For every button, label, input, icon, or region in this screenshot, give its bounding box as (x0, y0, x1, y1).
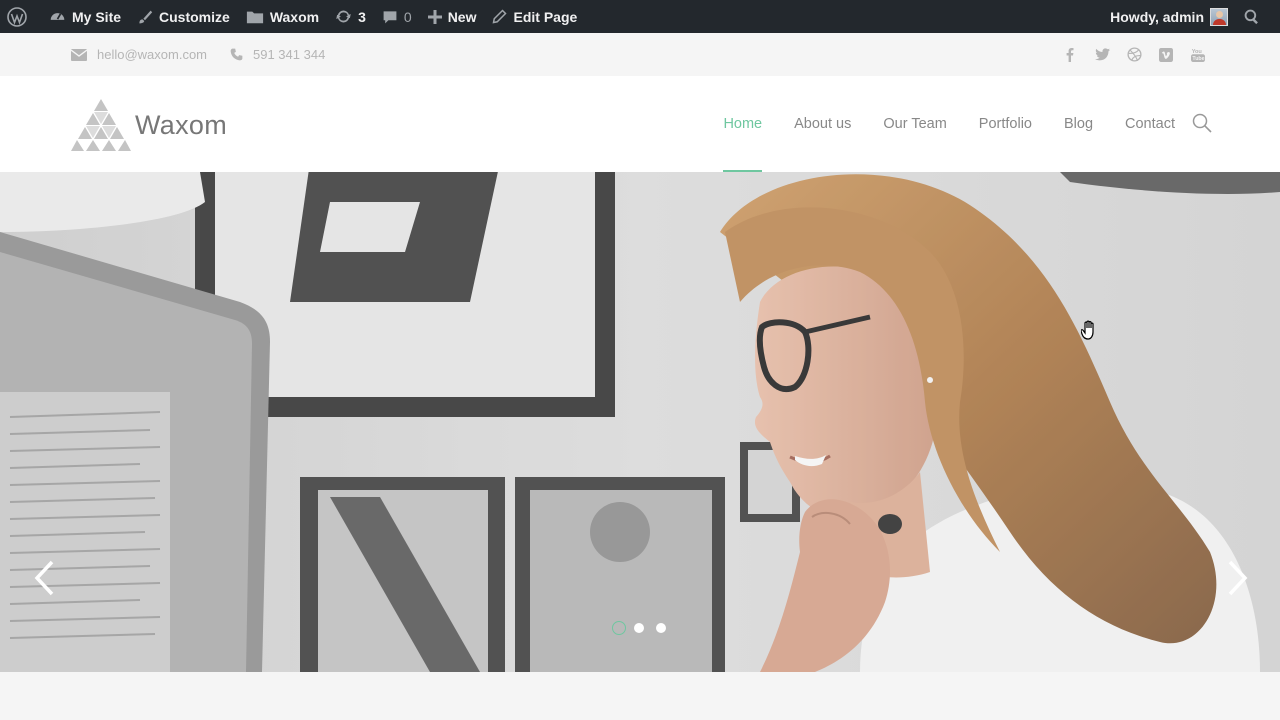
avatar (1210, 7, 1228, 26)
svg-text:You: You (1192, 48, 1203, 54)
vimeo-icon (1159, 47, 1173, 62)
customize-button[interactable]: Customize (129, 0, 238, 33)
nav-our-team[interactable]: Our Team (883, 76, 946, 172)
phone-contact[interactable]: 591 341 344 (230, 33, 325, 76)
comments-count: 0 (403, 8, 412, 25)
youtube-link[interactable]: You Tube (1182, 47, 1214, 63)
slider-next-arrow[interactable] (1226, 560, 1250, 596)
site-name-label: Waxom (269, 8, 320, 25)
site-name-menu[interactable]: Waxom (238, 0, 327, 33)
nav-portfolio[interactable]: Portfolio (979, 76, 1032, 172)
twitter-icon (1094, 48, 1110, 61)
updates-button[interactable]: 3 (327, 0, 374, 33)
edit-page-label: Edit Page (513, 8, 578, 25)
new-label: New (447, 8, 477, 25)
dashboard-icon (50, 13, 65, 20)
nav-contact[interactable]: Contact (1125, 76, 1175, 172)
comments-button[interactable]: 0 (374, 0, 420, 33)
slider-prev-arrow[interactable] (32, 560, 56, 596)
my-site-label: My Site (72, 8, 122, 25)
hero-slider[interactable] (0, 172, 1280, 672)
chevron-right-icon (1228, 560, 1248, 596)
slider-dot-1[interactable] (612, 621, 626, 635)
youtube-icon: You Tube (1191, 48, 1205, 62)
wp-admin-bar: My Site Customize Waxom 3 0 New Edit Pag… (0, 0, 1280, 33)
nav-about-us[interactable]: About us (794, 76, 851, 172)
logo-triangle-icon (71, 99, 131, 151)
site-header: Waxom Home About us Our Team Portfolio B… (0, 76, 1280, 172)
dribbble-link[interactable] (1118, 47, 1150, 62)
nav-home[interactable]: Home (723, 76, 762, 172)
facebook-link[interactable] (1054, 47, 1086, 62)
content-area (0, 672, 1280, 720)
site-logo[interactable]: Waxom (71, 98, 227, 152)
howdy-label: Howdy, admin (1110, 8, 1204, 25)
main-navigation: Home About us Our Team Portfolio Blog Co… (691, 76, 1175, 172)
search-icon (1192, 113, 1212, 133)
phone-text: 591 341 344 (253, 47, 326, 62)
twitter-link[interactable] (1086, 48, 1118, 61)
admin-search-button[interactable] (1236, 0, 1280, 33)
folder-icon (246, 11, 263, 23)
plus-icon (427, 9, 442, 24)
search-icon (1244, 9, 1258, 24)
wordpress-logo-button[interactable] (0, 0, 41, 33)
brush-icon (139, 10, 153, 23)
customize-label: Customize (159, 8, 230, 25)
social-links: You Tube (1054, 33, 1214, 76)
phone-icon (230, 48, 243, 61)
my-site-menu[interactable]: My Site (41, 0, 129, 33)
hand-cursor-icon (1080, 320, 1099, 345)
slide-image (0, 172, 1280, 672)
vimeo-link[interactable] (1150, 47, 1182, 62)
header-search-button[interactable] (1192, 113, 1212, 138)
slider-dot-3[interactable] (656, 623, 666, 633)
email-contact[interactable]: hello@waxom.com (71, 33, 207, 76)
envelope-icon (71, 48, 87, 61)
my-account-menu[interactable]: Howdy, admin (1102, 0, 1236, 33)
slider-pagination (612, 621, 678, 635)
new-content-button[interactable]: New (420, 0, 485, 33)
email-text: hello@waxom.com (97, 47, 208, 62)
updates-count: 3 (358, 8, 366, 25)
slider-dot-2[interactable] (634, 623, 644, 633)
logo-text: Waxom (135, 109, 228, 140)
nav-blog[interactable]: Blog (1064, 76, 1093, 172)
facebook-icon (1066, 48, 1074, 62)
chevron-left-icon (34, 560, 54, 596)
top-info-bar: hello@waxom.com 591 341 344 You Tube (0, 33, 1280, 76)
edit-page-button[interactable]: Edit Page (484, 0, 585, 33)
comment-icon (383, 10, 397, 23)
wordpress-icon (7, 6, 27, 27)
svg-text:Tube: Tube (1192, 56, 1204, 62)
dribbble-icon (1126, 47, 1142, 62)
updates-icon (336, 10, 351, 23)
pencil-icon (493, 9, 508, 24)
